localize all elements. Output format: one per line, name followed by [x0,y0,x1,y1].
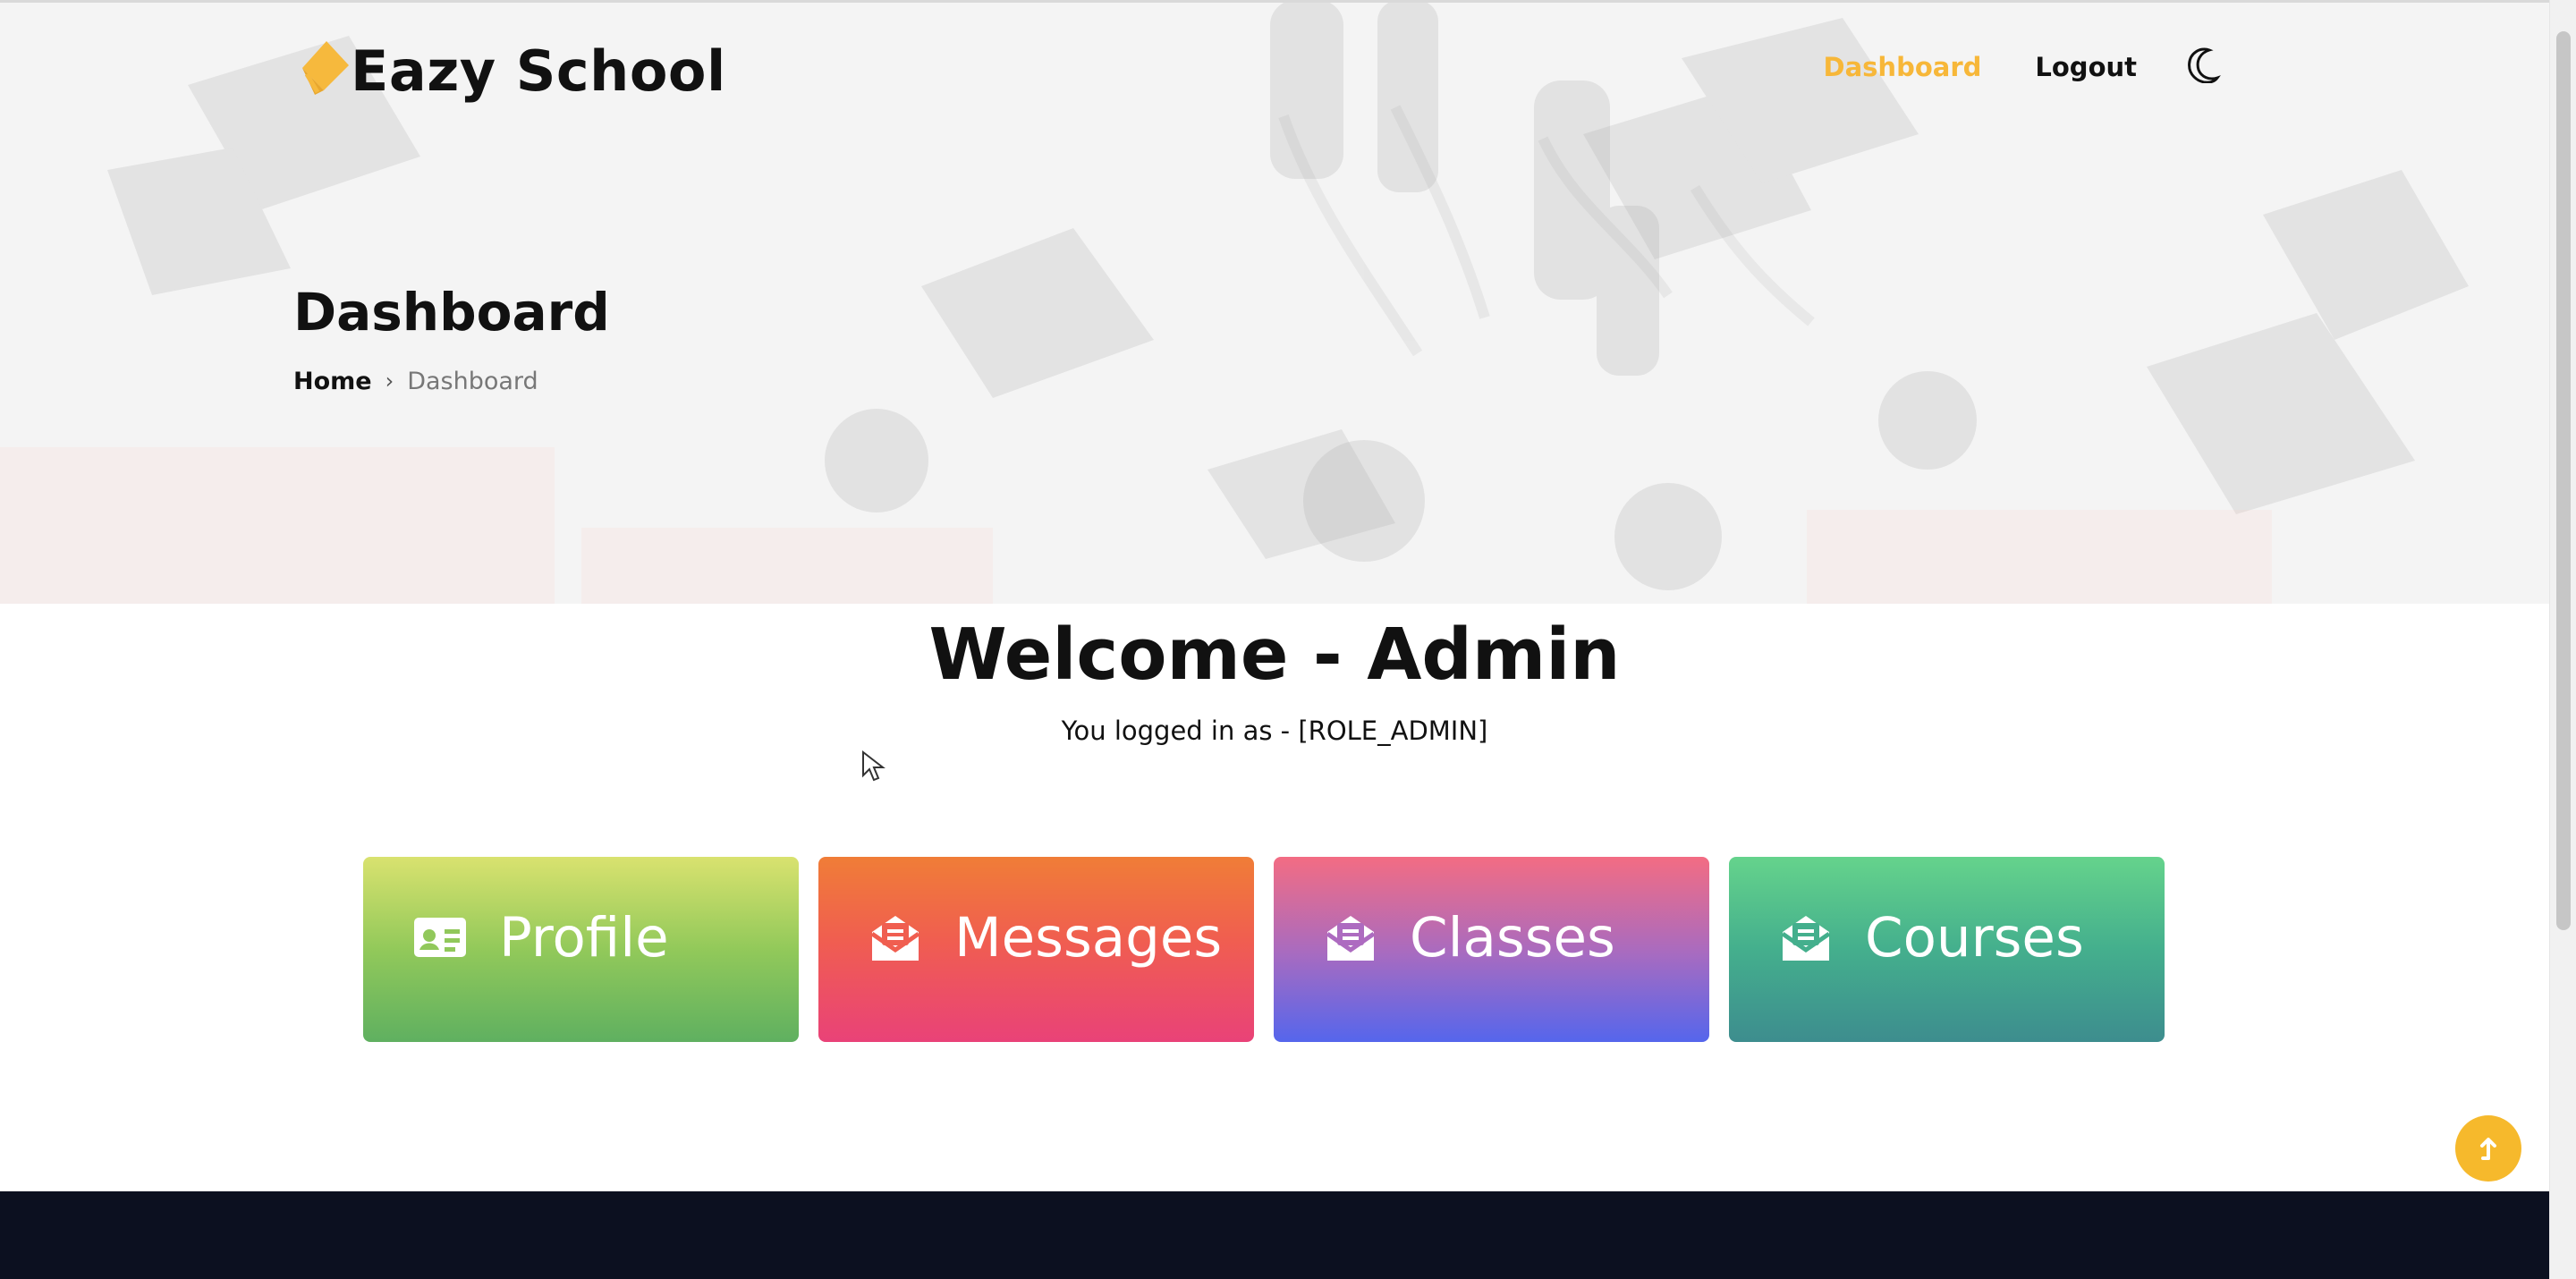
page: Eazy School Dashboard Logout Dashboard H… [0,0,2576,1279]
envelope-open-icon [867,909,924,966]
vertical-scrollbar[interactable] [2549,0,2576,1279]
nav-logout-link[interactable]: Logout [2035,55,2137,80]
nav-dashboard-link[interactable]: Dashboard [1824,55,1982,80]
breadcrumb: Home › Dashboard [293,369,538,394]
chevron-right-icon: › [385,368,394,394]
role-status-text: You logged in as - [ROLE_ADMIN] [1061,716,1488,746]
breadcrumb-current: Dashboard [407,368,538,395]
mouse-cursor-icon [862,750,886,782]
envelope-open-icon-svg [1326,916,1376,961]
graduation-cap-icon [295,25,358,106]
back-to-top-button[interactable] [2455,1115,2521,1182]
courses-tile-label: Courses [1865,906,2084,970]
page-title: Dashboard [293,282,610,343]
dashboard-tiles: Profile Messages Classes Courses [363,857,2165,1042]
profile-tile-label: Profile [499,906,669,970]
welcome-heading: Welcome - Admin [928,614,1621,696]
breadcrumb-home-link[interactable]: Home [293,369,372,394]
envelope-open-icon [1322,909,1379,966]
id-card-icon-svg [414,918,466,957]
top-border-line [0,0,2549,3]
id-card-icon [411,909,469,966]
hero-banner: Eazy School Dashboard Logout Dashboard H… [0,0,2549,604]
moon-icon[interactable] [2185,46,2223,83]
envelope-open-icon [1777,909,1835,966]
courses-tile[interactable]: Courses [1729,857,2165,1042]
brand-name: Eazy School [351,38,726,104]
profile-tile[interactable]: Profile [363,857,799,1042]
messages-tile-label: Messages [954,906,1223,970]
classes-tile[interactable]: Classes [1274,857,1709,1042]
graduation-cap-icon-svg [302,41,349,95]
arrow-up-icon [2480,1138,2496,1160]
scrollbar-thumb[interactable] [2556,31,2571,930]
envelope-open-icon-svg [870,916,920,961]
brand-logo-link[interactable]: Eazy School [295,16,726,114]
classes-tile-label: Classes [1410,906,1615,970]
moon-icon-svg [2188,47,2221,83]
main-navigation: Dashboard Logout [1824,47,2223,83]
messages-tile[interactable]: Messages [818,857,1254,1042]
envelope-open-icon-svg [1781,916,1831,961]
footer [0,1191,2549,1279]
